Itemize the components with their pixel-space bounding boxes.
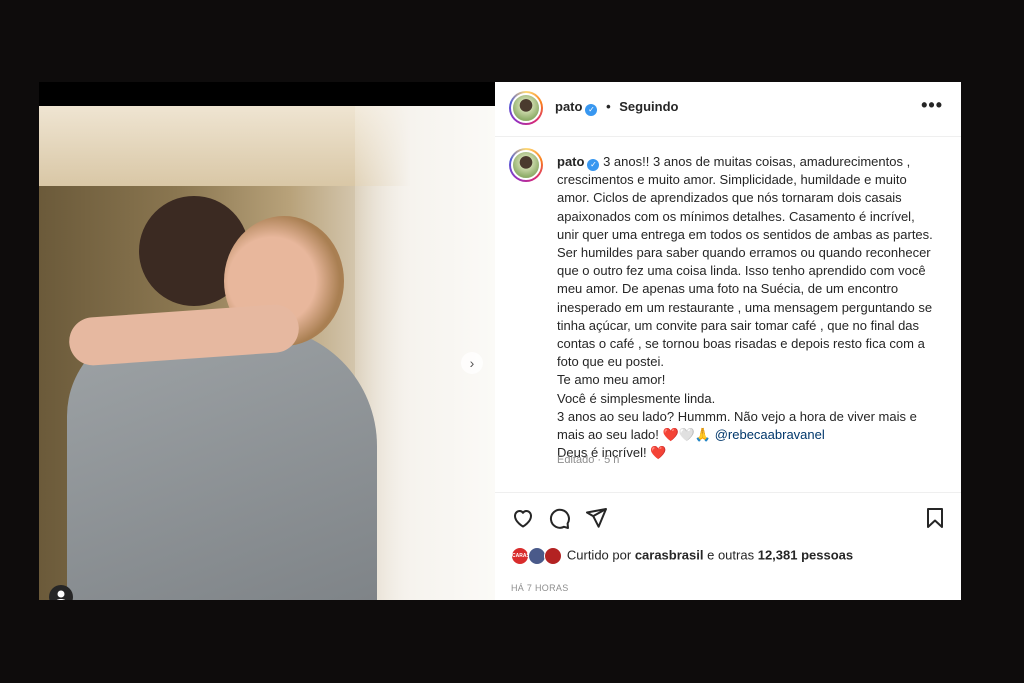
verified-badge-icon: ✓ <box>585 104 598 116</box>
author-info: pato ✓ • Seguindo <box>555 99 678 116</box>
caption-line: Você é simplesmente linda. <box>557 390 716 406</box>
comment-icon[interactable] <box>547 506 571 530</box>
following-button[interactable]: Seguindo <box>619 99 678 114</box>
caption-line: crescimentos e muito amor. Simplicidade,… <box>557 172 907 188</box>
caption-line: 3 anos ao seu lado? Hummm. Não vejo a ho… <box>557 408 917 424</box>
author-username[interactable]: pato <box>555 99 582 114</box>
header-separator: • <box>606 99 611 114</box>
caption-text: pato ✓ 3 anos!! 3 anos de muitas coisas, … <box>557 153 947 462</box>
author-avatar[interactable] <box>509 91 543 125</box>
like-icon[interactable] <box>511 506 535 530</box>
emoji-icons: ❤️🤍🙏 <box>662 427 712 443</box>
instagram-post: › pato ✓ • Seguindo ••• pato ✓ 3 anos!! 3 … <box>39 82 961 600</box>
mention-link[interactable]: @rebecaabravanel <box>715 427 825 442</box>
photo-groom <box>67 326 377 600</box>
caption-username[interactable]: pato <box>557 154 584 169</box>
likes-prefix: Curtido por <box>566 547 632 563</box>
caption-line: tinha açúcar, um convite para sair tomar… <box>557 317 920 333</box>
liker-username[interactable]: carasbrasil <box>635 547 704 562</box>
post-timestamp[interactable]: HÁ 7 HORAS <box>511 583 569 593</box>
more-options-icon[interactable]: ••• <box>921 95 943 116</box>
likes-connector: e outras <box>707 547 755 563</box>
caption-line: contas o café , se tornou boas risadas e… <box>557 336 925 352</box>
caption-author-avatar[interactable] <box>509 148 543 182</box>
likes-summary: CARAS Curtido por carasbrasil e outras 1… <box>511 547 853 565</box>
caption-line: meu amor. De apenas uma foto na Suécia, … <box>557 281 899 297</box>
edited-timestamp: Editado · 5 h <box>557 454 620 466</box>
post-header: pato ✓ • Seguindo ••• <box>495 82 961 137</box>
caption-line: amor. Ciclos de aprendizados que nós tor… <box>557 190 902 206</box>
liker-avatar <box>544 547 563 565</box>
caption-line: 3 anos!! 3 anos de muitas coisas, amadur… <box>603 154 911 169</box>
heart-icon: ❤️ <box>650 445 667 461</box>
caption-line: foto que eu postei. <box>557 354 664 370</box>
caption-line: mais ao seu lado! <box>557 427 659 443</box>
caption-line: que o outro fez uma coisa linda. Isso te… <box>557 263 926 279</box>
liker-avatar: CARAS <box>511 547 530 565</box>
next-media-button[interactable]: › <box>461 352 483 374</box>
liker-avatars[interactable]: CARAS <box>511 547 563 565</box>
caption-line: Ser humildes para saber quando erramos o… <box>557 245 931 261</box>
post-sidebar: pato ✓ • Seguindo ••• pato ✓ 3 anos!! 3 an… <box>495 82 961 600</box>
liker-avatar <box>527 547 546 565</box>
save-icon[interactable] <box>923 506 947 530</box>
likes-suffix[interactable]: pessoas <box>801 547 853 562</box>
caption-line: apaixonados com os mínimos detalhes. Cas… <box>557 208 915 224</box>
post-actions: CARAS Curtido por carasbrasil e outras 1… <box>495 492 961 601</box>
caption-emoji-line: mais ao seu lado! ❤️🤍🙏 @rebecaabravanel <box>557 426 947 444</box>
share-icon[interactable] <box>584 506 608 530</box>
caption-line: inesperado em um restaurante , uma mensa… <box>557 299 933 315</box>
wedding-photo[interactable] <box>39 106 495 600</box>
caption-verified-badge-icon: ✓ <box>587 159 600 171</box>
caption-line: unir quer uma entrega em todos os sentid… <box>557 226 933 242</box>
user-tag-icon[interactable] <box>49 585 73 600</box>
caption-area: pato ✓ 3 anos!! 3 anos de muitas coisas, … <box>495 137 961 492</box>
caption-line: Te amo meu amor! <box>557 372 666 388</box>
likes-count[interactable]: 12,381 <box>758 547 798 562</box>
post-media[interactable]: › <box>39 82 495 600</box>
